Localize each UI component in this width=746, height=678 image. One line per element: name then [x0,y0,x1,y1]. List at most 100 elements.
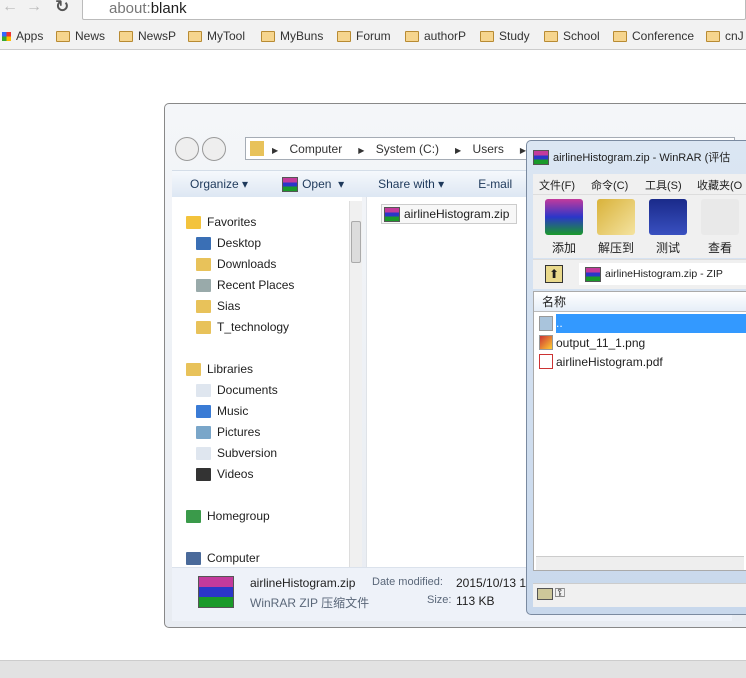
label: Study [499,29,530,43]
apps-button[interactable]: Apps [2,29,43,43]
size-label: Size: [427,594,452,606]
menu-item[interactable]: 工具(S) [645,177,682,193]
label: Organize [190,177,239,191]
item-recent-places-icon [196,278,211,292]
breadcrumb-arrow-icon[interactable]: ▶ [272,146,278,155]
menu-item[interactable]: 收藏夹(O [697,177,742,193]
url-scheme: about: [109,0,151,17]
reload-icon[interactable]: ↻ [55,0,69,17]
horizontal-scrollbar[interactable] [536,556,744,570]
libraries-icon [186,362,201,376]
nav-item-recent-places[interactable]: Recent Places [196,278,294,292]
test-button[interactable]: 测试 [645,199,691,256]
email-button[interactable]: E-mail [478,177,512,191]
address-bar[interactable]: about:blank [82,0,746,20]
open-button[interactable]: Open ▾ [282,176,344,192]
path-field[interactable]: airlineHistogram.zip - ZIP [579,263,746,285]
item-videos-icon [196,467,211,481]
download-bar [0,660,746,678]
back-button[interactable] [175,137,199,161]
label: cnJ [725,29,744,43]
label: Documents [217,383,278,397]
bookmark-item[interactable]: cnJ [706,29,744,43]
label: Apps [16,29,44,43]
navigation-pane: Favorites Desktop Downloads Recent Places Si… [172,197,362,567]
folder-icon [188,30,202,42]
toolbar: 添加 解压到 测试 查看 [533,194,746,258]
nav-computer[interactable]: Computer [186,551,260,565]
label: Forum [356,29,391,43]
item-desktop-icon [196,236,211,250]
nav-item-sias[interactable]: Sias [196,299,240,313]
organize-button[interactable]: Organize ▾ [190,177,248,191]
nav-favorites[interactable]: Favorites [186,215,256,229]
label: authorP [424,29,467,43]
view-button[interactable]: 查看 [697,199,743,256]
bookmark-item[interactable]: MyTool [188,29,245,43]
archive-row[interactable]: output_11_1.png [534,333,746,352]
view-icon [701,199,739,235]
nav-item-subversion[interactable]: Subversion [196,446,277,460]
bookmark-item[interactable]: MyBuns [261,29,323,43]
file-item[interactable]: airlineHistogram.zip [381,204,517,224]
bookmark-item[interactable]: NewsP [119,29,176,43]
bookmark-item[interactable]: Forum [337,29,391,43]
bookmark-item[interactable]: Study [480,29,530,43]
winrar-icon [585,266,601,282]
nav-scrollbar[interactable] [349,201,362,567]
label: School [563,29,600,43]
forward-button[interactable] [202,137,226,161]
nav-item-videos[interactable]: Videos [196,467,253,481]
url-path: blank [150,0,187,17]
status-bar: ⚿ [533,583,746,607]
breadcrumb-arrow-icon[interactable]: ▶ [455,146,461,155]
archive-list: 名称 .. output_11_1.png airlineHistogram.pdf [533,291,746,571]
forward-icon[interactable]: → [26,0,42,16]
breadcrumb-item[interactable]: ▶ Users [455,142,512,156]
archive-row[interactable]: .. [534,314,746,333]
bookmark-item[interactable]: authorP [405,29,466,43]
winrar-icon [384,206,400,222]
label: Computer [289,141,343,156]
menu-item[interactable]: 文件(F) [539,177,575,193]
scroll-thumb[interactable] [351,221,361,263]
up-folder-icon[interactable]: ⬆ [545,265,563,283]
bookmark-item[interactable]: Conference [613,29,694,43]
bookmark-item[interactable]: School [544,29,600,43]
nav-item-desktop[interactable]: Desktop [196,236,261,250]
pdf-file-icon [539,354,553,369]
label: Favorites [207,215,257,229]
label: Open [302,177,332,191]
back-icon[interactable]: ← [2,0,18,16]
bookmark-item[interactable]: News [56,29,105,43]
nav-item-music[interactable]: Music [196,404,248,418]
add-button[interactable]: 添加 [541,199,587,256]
nav-item-downloads[interactable]: Downloads [196,257,276,271]
nav-item-documents[interactable]: Documents [196,383,278,397]
nav-item-pictures[interactable]: Pictures [196,425,260,439]
winrar-icon [533,149,549,165]
extract-to-button[interactable]: 解压到 [593,199,639,256]
size-value: 113 KB [456,594,495,608]
folder-icon [261,30,275,42]
folder-icon [706,30,720,42]
nav-item-t_technology[interactable]: T_technology [196,320,289,334]
label: Computer [207,551,260,565]
label: Libraries [207,362,254,376]
nav-libraries[interactable]: Libraries [186,362,253,376]
item-music-icon [196,404,211,418]
label: T_technology [217,320,290,334]
label: airlineHistogram.zip [404,207,510,221]
nav-homegroup[interactable]: Homegroup [186,509,270,523]
share-with-button[interactable]: Share with ▾ [378,177,444,191]
item-t_technology-icon [196,320,211,334]
detail-name: airlineHistogram.zip [250,576,356,590]
label: output_11_1.png [556,335,646,350]
breadcrumb-item[interactable]: ▶ System (C:) [358,142,447,156]
archive-row[interactable]: airlineHistogram.pdf [534,352,746,371]
breadcrumb-arrow-icon[interactable]: ▶ [358,146,364,155]
label: Homegroup [207,509,270,523]
column-header-name[interactable]: 名称 [534,292,746,312]
breadcrumb-item[interactable]: ▶ Computer [272,142,350,156]
menu-item[interactable]: 命令(C) [591,177,628,193]
